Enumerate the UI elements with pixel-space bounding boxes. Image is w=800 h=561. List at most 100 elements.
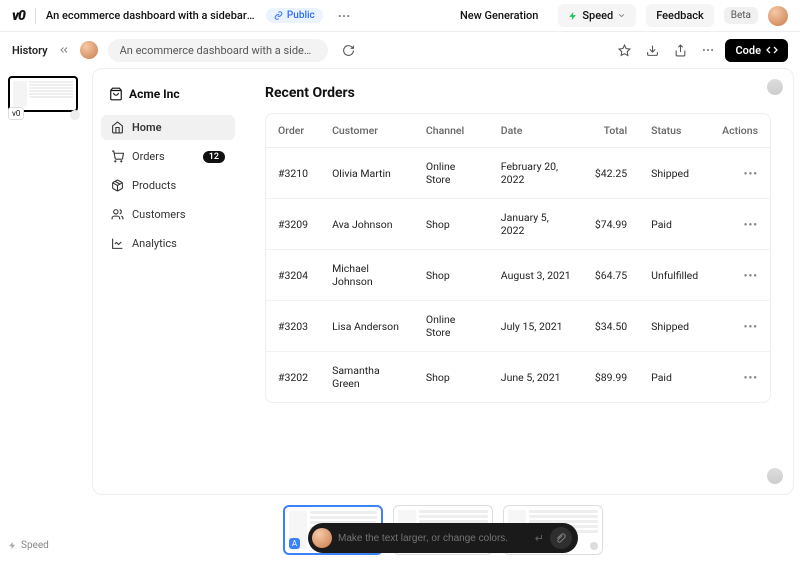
prompt-avatar: [312, 528, 332, 548]
cell-customer: Samantha Green: [320, 352, 414, 403]
col-status: Status: [639, 114, 710, 148]
sidebar-badge: 12: [203, 151, 225, 163]
col-actions: Actions: [710, 114, 770, 148]
table-row: #3209Ava JohnsonShopJanuary 5, 2022$74.9…: [266, 199, 770, 250]
prompt-summary[interactable]: An ecommerce dashboard with a sidebar na…: [108, 39, 328, 62]
user-avatar[interactable]: [768, 6, 788, 26]
cell-date: August 3, 2021: [489, 250, 583, 301]
cell-date: June 5, 2021: [489, 352, 583, 403]
resize-handle[interactable]: [767, 468, 783, 484]
code-button[interactable]: Code: [725, 39, 788, 62]
cell-channel: Shop: [414, 250, 489, 301]
download-button[interactable]: [641, 39, 663, 61]
row-actions-button[interactable]: •••: [744, 269, 758, 282]
cell-customer: Olivia Martin: [320, 148, 414, 199]
cell-customer: Ava Johnson: [320, 199, 414, 250]
users-icon: [111, 208, 124, 221]
table-row: #3202Samantha GreenShopJune 5, 2021$89.9…: [266, 352, 770, 403]
cell-channel: Shop: [414, 199, 489, 250]
dots-horizontal-icon: [337, 9, 351, 23]
speed-button[interactable]: Speed: [558, 4, 636, 27]
history-thumbnail[interactable]: v0: [8, 76, 78, 112]
row-actions-button[interactable]: •••: [744, 218, 758, 231]
author-avatar: [80, 41, 98, 59]
table-row: #3210Olivia MartinOnline StoreFebruary 2…: [266, 148, 770, 199]
refresh-icon: [342, 44, 355, 57]
row-actions-button[interactable]: •••: [744, 167, 758, 180]
col-channel: Channel: [414, 114, 489, 148]
sidebar-item-products[interactable]: Products: [101, 173, 235, 198]
cell-order: #3209: [266, 199, 320, 250]
favorite-button[interactable]: [613, 39, 635, 61]
col-total: Total: [583, 114, 639, 148]
package-icon: [111, 179, 124, 192]
history-panel: v0 Speed: [0, 68, 86, 561]
regenerate-button[interactable]: [338, 39, 360, 61]
table-header-row: Order Customer Channel Date Total Status…: [266, 114, 770, 148]
share-button[interactable]: [669, 39, 691, 61]
cell-channel: Shop: [414, 352, 489, 403]
chart-icon: [111, 237, 124, 250]
preview-more-button[interactable]: [697, 39, 719, 61]
chevrons-left-icon: [58, 44, 70, 56]
bolt-icon: [568, 11, 578, 21]
collapse-history-button[interactable]: [58, 44, 70, 56]
submit-hint-icon: ↵: [535, 532, 544, 545]
row-actions-button[interactable]: •••: [744, 320, 758, 333]
cart-icon: [111, 150, 124, 163]
cell-order: #3202: [266, 352, 320, 403]
cell-total: $64.75: [583, 250, 639, 301]
public-label: Public: [287, 10, 315, 21]
cell-total: $42.25: [583, 148, 639, 199]
prompt-bar: ↵: [308, 523, 578, 553]
cell-order: #3210: [266, 148, 320, 199]
col-customer: Customer: [320, 114, 414, 148]
top-bar: v0 An ecommerce dashboard with a sidebar…: [0, 0, 800, 32]
table-row: #3204Michael JohnsonShopAugust 3, 2021$6…: [266, 250, 770, 301]
new-generation-button[interactable]: New Generation: [450, 4, 548, 27]
sidebar-item-orders[interactable]: Orders 12: [101, 144, 235, 169]
cell-total: $89.99: [583, 352, 639, 403]
sidebar-item-home[interactable]: Home: [101, 115, 235, 140]
beta-badge: Beta: [724, 7, 758, 24]
logo[interactable]: v0: [12, 8, 25, 24]
cell-status: Paid: [639, 352, 710, 403]
bolt-icon: [8, 541, 17, 550]
cell-status: Unfulfilled: [639, 250, 710, 301]
row-actions-button[interactable]: •••: [744, 371, 758, 384]
variant-label: A: [289, 538, 300, 549]
preview-canvas: Acme Inc Home Orders 12 Products: [92, 68, 794, 495]
cell-status: Shipped: [639, 301, 710, 352]
project-title[interactable]: An ecommerce dashboard with a sidebar na…: [46, 9, 256, 22]
download-icon: [646, 44, 659, 57]
dashboard-main: Recent Orders Order Customer Channel Dat…: [243, 69, 793, 494]
thumb-version-tag: v0: [8, 107, 24, 120]
history-label: History: [12, 44, 48, 57]
col-date: Date: [489, 114, 583, 148]
speed-label: Speed: [582, 9, 613, 22]
cell-date: July 15, 2021: [489, 301, 583, 352]
star-icon: [618, 44, 631, 57]
sidebar-item-label: Customers: [132, 208, 186, 221]
cell-date: February 20, 2022: [489, 148, 583, 199]
public-badge[interactable]: Public: [266, 8, 323, 23]
cell-customer: Lisa Anderson: [320, 301, 414, 352]
prompt-input[interactable]: [338, 533, 529, 544]
thumb-status-dot: [70, 110, 80, 120]
more-menu[interactable]: [333, 5, 355, 27]
cell-status: Shipped: [639, 148, 710, 199]
history-speed-tag: Speed: [8, 540, 49, 551]
page-title: Recent Orders: [265, 85, 771, 101]
attachment-icon: [556, 533, 567, 544]
cell-order: #3203: [266, 301, 320, 352]
divider: [35, 8, 36, 24]
cell-status: Paid: [639, 199, 710, 250]
col-order: Order: [266, 114, 320, 148]
sidebar-item-customers[interactable]: Customers: [101, 202, 235, 227]
dashboard-brand[interactable]: Acme Inc: [101, 83, 235, 111]
feedback-button[interactable]: Feedback: [646, 4, 714, 27]
cell-customer: Michael Johnson: [320, 250, 414, 301]
attach-button[interactable]: [550, 527, 572, 549]
variant-status-dot: [590, 542, 598, 550]
sidebar-item-analytics[interactable]: Analytics: [101, 231, 235, 256]
